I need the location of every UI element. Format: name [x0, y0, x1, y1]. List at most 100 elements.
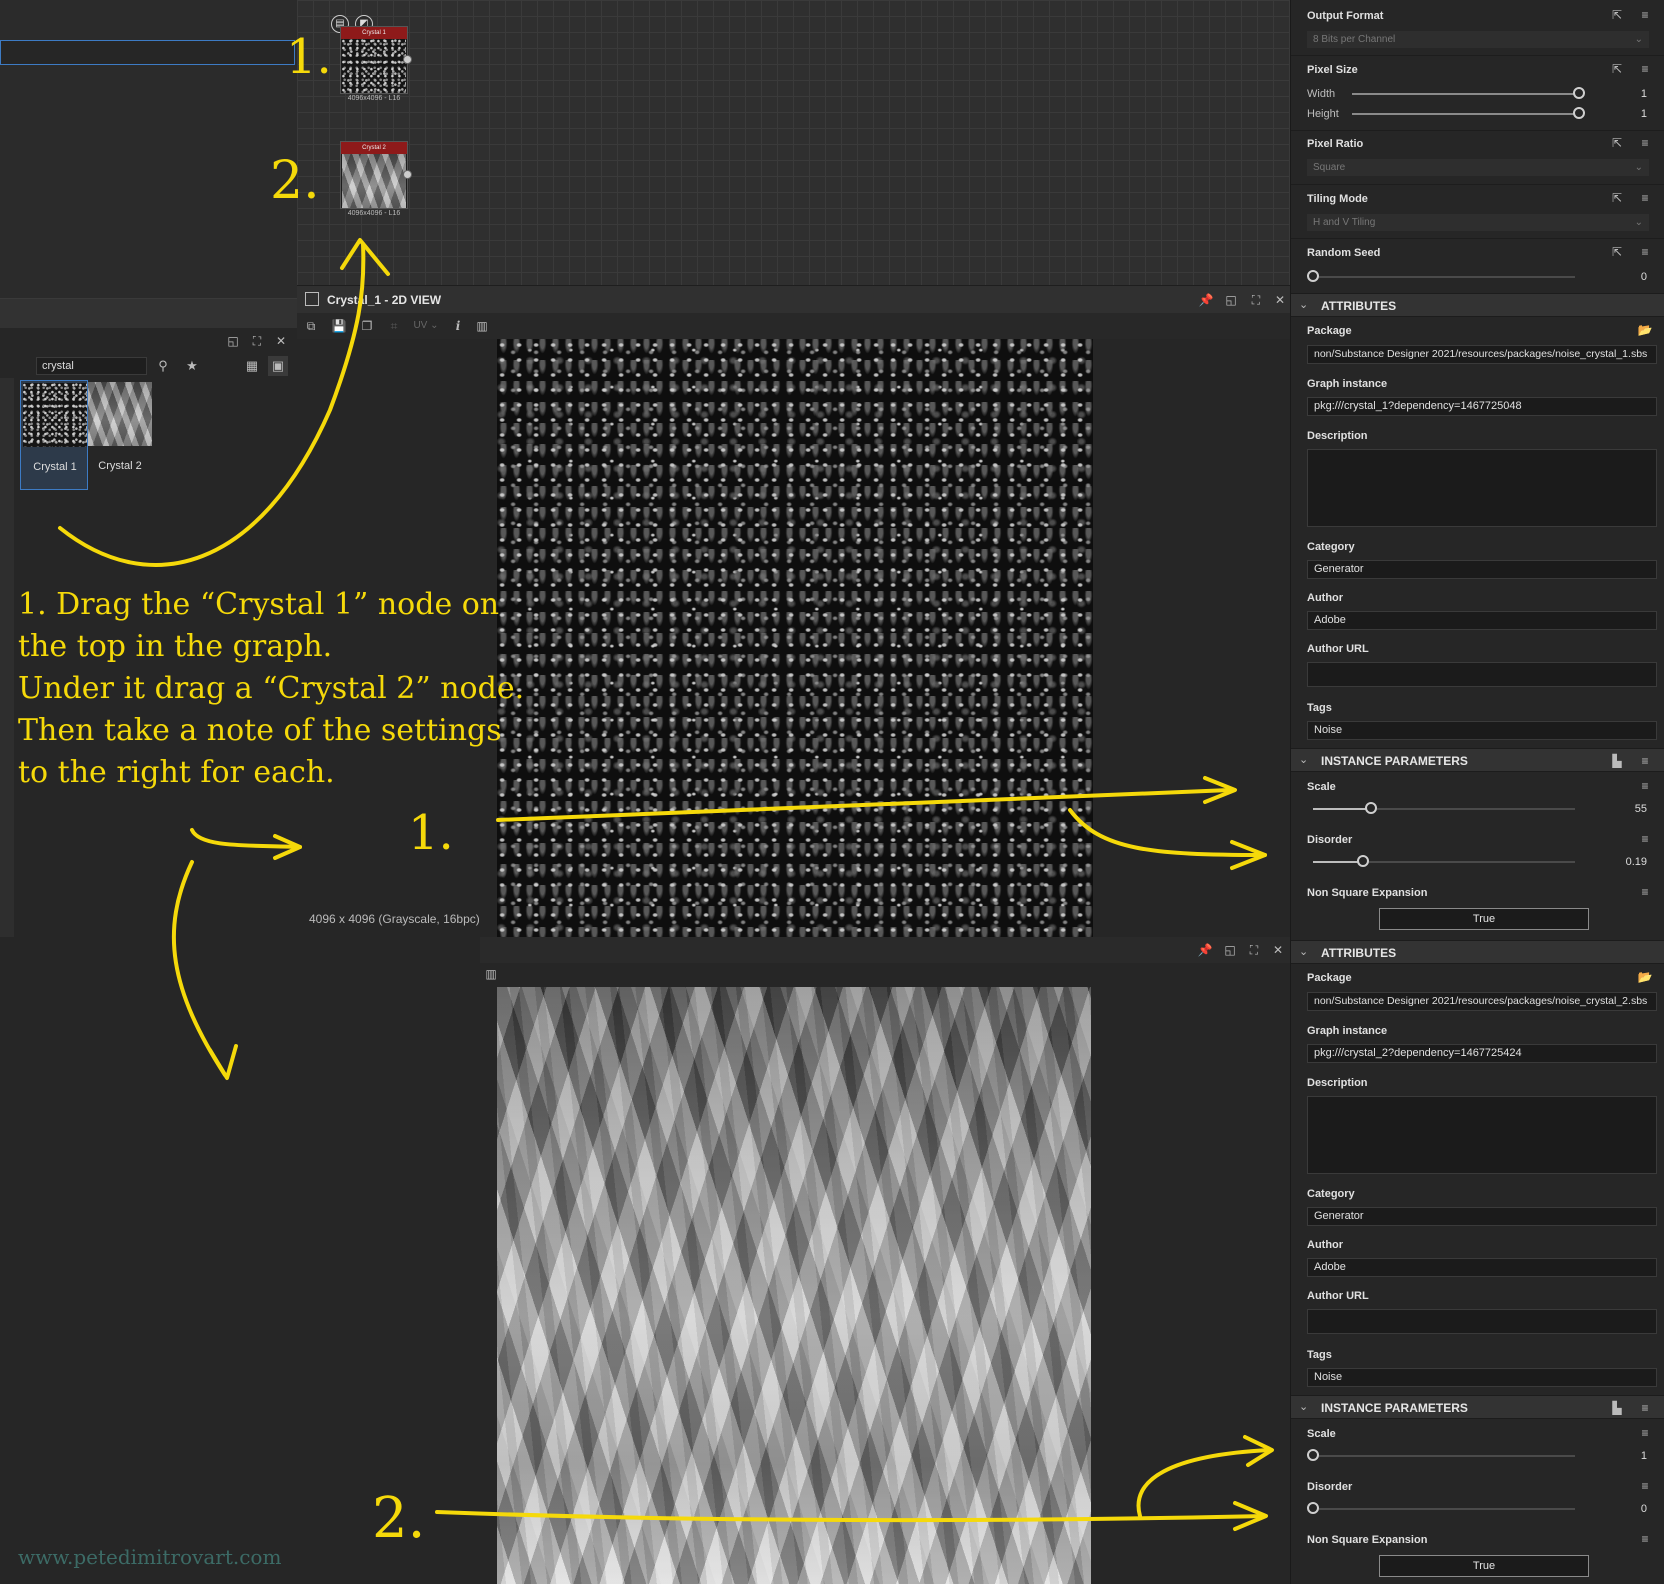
- options-icon[interactable]: ≡: [1637, 831, 1653, 847]
- inheritance-icon[interactable]: ⇱: [1609, 244, 1625, 260]
- scale-slider-knob[interactable]: [1364, 802, 1377, 814]
- disorder-slider[interactable]: [1313, 1508, 1575, 1510]
- tiling-mode-dropdown[interactable]: H and V Tiling ⌄: [1307, 214, 1649, 231]
- non-square-expansion-toggle[interactable]: True: [1379, 908, 1589, 930]
- random-seed-slider[interactable]: [1313, 276, 1575, 278]
- disorder-value[interactable]: 0.19: [1607, 856, 1647, 868]
- options-icon[interactable]: ≡: [1637, 884, 1653, 900]
- height-slider[interactable]: [1352, 113, 1578, 115]
- disorder-slider-knob[interactable]: [1356, 855, 1369, 867]
- graph-canvas[interactable]: ▤ ◩ Crystal 1 4096x4096 - L16 Crystal 2 …: [297, 0, 1290, 285]
- scale-slider-knob[interactable]: [1307, 1449, 1319, 1461]
- favorites-icon[interactable]: ★: [182, 356, 202, 376]
- random-seed-value[interactable]: 0: [1607, 271, 1647, 283]
- maximize-window-icon[interactable]: ⛶: [1247, 291, 1265, 309]
- options-icon[interactable]: ≡: [1637, 135, 1653, 151]
- crystal-1-texture-preview[interactable]: [497, 339, 1093, 937]
- crystal-2-texture-preview[interactable]: [497, 987, 1091, 1584]
- scale-value[interactable]: 55: [1607, 803, 1647, 815]
- instance-parameters-section-header[interactable]: ⌄ INSTANCE PARAMETERS ▙ ≡: [1291, 748, 1664, 772]
- library-item-crystal-2[interactable]: Crystal 2: [86, 380, 154, 490]
- description-field[interactable]: [1307, 449, 1657, 527]
- non-square-expansion-toggle[interactable]: True: [1379, 1555, 1589, 1577]
- graph-node-crystal-1[interactable]: Crystal 1: [340, 26, 408, 94]
- description-field[interactable]: [1307, 1096, 1657, 1174]
- folder-icon[interactable]: 📂: [1637, 322, 1653, 338]
- pixel-ratio-dropdown[interactable]: Square ⌄: [1307, 159, 1649, 176]
- tags-field[interactable]: Noise: [1307, 721, 1657, 740]
- grid-view-icon[interactable]: ▦: [242, 356, 262, 376]
- disorder-value[interactable]: 0: [1607, 1503, 1647, 1515]
- library-search-input[interactable]: crystal: [36, 357, 147, 375]
- thumbnail-view-icon[interactable]: ▣: [268, 356, 288, 376]
- histogram-icon[interactable]: ▥: [473, 317, 491, 335]
- options-icon[interactable]: ≡: [1637, 190, 1653, 206]
- graph-node-crystal-2[interactable]: Crystal 2: [340, 141, 408, 209]
- library-item-crystal-1[interactable]: Crystal 1: [20, 380, 88, 490]
- pin-icon[interactable]: 📌: [1196, 941, 1214, 959]
- uv-dropdown[interactable]: UV ⌄: [411, 317, 441, 335]
- height-value[interactable]: 1: [1607, 108, 1647, 120]
- options-icon[interactable]: ≡: [1637, 244, 1653, 260]
- options-icon[interactable]: ≡: [1637, 7, 1653, 23]
- random-seed-slider-knob[interactable]: [1307, 270, 1319, 282]
- package-field[interactable]: non/Substance Designer 2021/resources/pa…: [1307, 345, 1657, 364]
- attributes-section-header[interactable]: ⌄ ATTRIBUTES: [1291, 940, 1664, 964]
- options-icon[interactable]: ≡: [1637, 1531, 1653, 1547]
- width-slider-knob[interactable]: [1573, 87, 1585, 99]
- author-field[interactable]: Adobe: [1307, 611, 1657, 630]
- inheritance-icon[interactable]: ⇱: [1609, 61, 1625, 77]
- tiling-icon[interactable]: ⌗: [385, 317, 403, 335]
- filter-icon[interactable]: ⚲: [153, 356, 173, 376]
- package-field[interactable]: non/Substance Designer 2021/resources/pa…: [1307, 992, 1657, 1011]
- histogram-icon[interactable]: ▥: [482, 965, 500, 983]
- graph-instance-field[interactable]: pkg:///crystal_2?dependency=1467725424: [1307, 1044, 1657, 1063]
- height-slider-knob[interactable]: [1573, 107, 1585, 119]
- inheritance-icon[interactable]: ⇱: [1609, 7, 1625, 23]
- output-port[interactable]: [403, 55, 412, 64]
- copy-icon[interactable]: ❐: [358, 317, 376, 335]
- preset-icon[interactable]: ▙: [1609, 753, 1625, 769]
- options-icon[interactable]: ≡: [1637, 778, 1653, 794]
- inheritance-icon[interactable]: ⇱: [1609, 135, 1625, 151]
- options-icon[interactable]: ≡: [1637, 753, 1653, 769]
- close-icon[interactable]: ✕: [1269, 941, 1287, 959]
- close-icon[interactable]: ✕: [272, 332, 290, 350]
- attributes-section-header[interactable]: ⌄ ATTRIBUTES: [1291, 293, 1664, 317]
- options-icon[interactable]: ≡: [1637, 1478, 1653, 1494]
- float-window-icon[interactable]: ◱: [1221, 941, 1239, 959]
- author-field[interactable]: Adobe: [1307, 1258, 1657, 1277]
- author-url-field[interactable]: [1307, 1309, 1657, 1334]
- scale-value[interactable]: 1: [1607, 1450, 1647, 1462]
- inheritance-icon[interactable]: ⇱: [1609, 190, 1625, 206]
- info-icon[interactable]: i: [449, 317, 467, 335]
- float-window-icon[interactable]: ◱: [224, 332, 242, 350]
- width-value[interactable]: 1: [1607, 88, 1647, 100]
- fit-view-icon[interactable]: ⧉: [302, 317, 320, 335]
- category-field[interactable]: Generator: [1307, 560, 1657, 579]
- float-window-icon[interactable]: ◱: [1222, 291, 1240, 309]
- author-url-field[interactable]: [1307, 662, 1657, 687]
- graph-instance-field[interactable]: pkg:///crystal_1?dependency=1467725048: [1307, 397, 1657, 416]
- tags-field[interactable]: Noise: [1307, 1368, 1657, 1387]
- output-format-dropdown[interactable]: 8 Bits per Channel ⌄: [1307, 31, 1649, 48]
- instance-parameters-section-header[interactable]: ⌄ INSTANCE PARAMETERS ▙ ≡: [1291, 1395, 1664, 1419]
- maximize-window-icon[interactable]: ⛶: [1245, 941, 1263, 959]
- options-icon[interactable]: ≡: [1637, 61, 1653, 77]
- options-icon[interactable]: ≡: [1637, 1425, 1653, 1441]
- slider-fill: [1313, 808, 1371, 810]
- explorer-filter-field[interactable]: [0, 40, 295, 65]
- category-field[interactable]: Generator: [1307, 1207, 1657, 1226]
- save-icon[interactable]: 💾: [330, 317, 348, 335]
- maximize-window-icon[interactable]: ⛶: [248, 332, 266, 350]
- scale-slider[interactable]: [1313, 1455, 1575, 1457]
- folder-icon[interactable]: 📂: [1637, 969, 1653, 985]
- pin-icon[interactable]: 📌: [1197, 291, 1215, 309]
- width-slider[interactable]: [1352, 93, 1578, 95]
- close-icon[interactable]: ✕: [1271, 291, 1289, 309]
- disorder-slider-knob[interactable]: [1307, 1502, 1319, 1514]
- output-port[interactable]: [403, 170, 412, 179]
- options-icon[interactable]: ≡: [1637, 1400, 1653, 1416]
- tags-label: Tags: [1307, 702, 1332, 714]
- preset-icon[interactable]: ▙: [1609, 1400, 1625, 1416]
